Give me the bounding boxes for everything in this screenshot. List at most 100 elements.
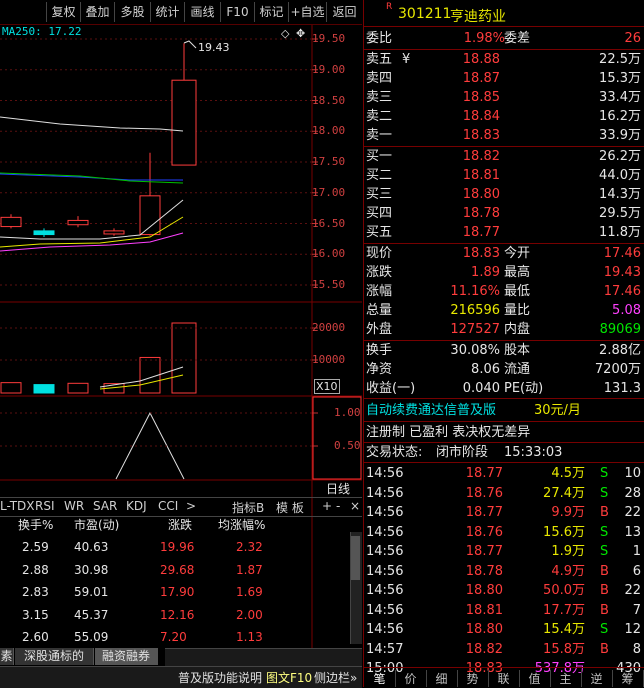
table-cell: 2.00 xyxy=(236,607,263,622)
volume-axis-label: 10000 xyxy=(312,353,346,366)
zoom-in-button[interactable]: + xyxy=(322,499,332,513)
close-chart-button[interactable]: × xyxy=(350,499,360,513)
tick-row: 14:56 18.76 15.6万 S 13 xyxy=(364,523,644,542)
tick-volume: 17.7万 xyxy=(543,602,585,618)
table-row[interactable]: 2.60 55.09 7.20 1.13 xyxy=(0,626,350,648)
bid-label: 买五 xyxy=(366,225,393,240)
quote-label: 总量 xyxy=(366,303,393,318)
fundamental-label: 收益(一) xyxy=(366,381,416,396)
panel-tab-8[interactable]: 筹 xyxy=(612,670,644,687)
ask-row: 卖三 18.85 33.4万 xyxy=(364,88,644,107)
ask-volume: 33.4万 xyxy=(599,90,641,105)
tick-row: 14:56 18.77 1.9万 S 1 xyxy=(364,542,644,561)
bid-volume: 44.0万 xyxy=(599,168,641,183)
bottom-tab-0[interactable]: 素 xyxy=(0,648,14,665)
indicator-tab-4[interactable]: KDJ xyxy=(126,499,147,513)
settings-icon[interactable]: ✥ xyxy=(296,27,305,40)
toolbar-btn-4[interactable]: 画线 xyxy=(184,2,220,22)
candle-body xyxy=(171,79,197,166)
toolbar-btn-7[interactable]: +自选 xyxy=(288,2,326,22)
tab-scroll[interactable] xyxy=(165,648,362,666)
panel-tab-7[interactable]: 逆 xyxy=(581,670,613,687)
panel-tab-5[interactable]: 值 xyxy=(519,670,551,687)
quote-value: 5.08 xyxy=(612,303,641,318)
toolbar-btn-6[interactable]: 标记 xyxy=(254,2,288,22)
status-bar: 普及版功能说明 图文F10 侧边栏» xyxy=(0,666,362,688)
table-cell: 2.59 xyxy=(22,540,49,554)
bid-price: 18.78 xyxy=(462,206,500,221)
ask-row: 卖四 18.87 15.3万 xyxy=(364,69,644,88)
promo-text: 自动续费通达信普及版 xyxy=(366,403,497,418)
table-cell: 3.15 xyxy=(22,607,49,622)
tick-side: S xyxy=(600,466,609,481)
bid-row: 买四 18.78 29.5万 xyxy=(364,204,644,223)
separator xyxy=(364,26,644,27)
table-cell: 2.83 xyxy=(22,585,49,599)
table-cell: 19.96 xyxy=(160,540,195,554)
toolbar-btn-5[interactable]: F10 xyxy=(220,2,254,22)
bid-volume: 29.5万 xyxy=(599,206,641,221)
table-cell: 2.60 xyxy=(22,630,49,644)
table-header[interactable]: 涨跌 xyxy=(168,516,192,533)
tick-time: 14:56 xyxy=(366,485,404,501)
indicator-tab-6[interactable]: > xyxy=(186,499,196,513)
zoom-out-button[interactable]: - xyxy=(336,499,340,513)
toolbar-btn-8[interactable]: 返回 xyxy=(326,2,362,22)
ask-row: 卖一 18.83 33.9万 xyxy=(364,126,644,145)
notice-text: 注册制 已盈利 表决权无差异 xyxy=(366,425,531,440)
diamond-icon[interactable]: ◇ xyxy=(281,27,289,40)
status-item-2[interactable]: 侧边栏» xyxy=(314,669,357,686)
tick-volume: 4.5万 xyxy=(551,466,585,481)
panel-tab-4[interactable]: 联 xyxy=(488,670,520,687)
toolbar-btn-0[interactable]: 复权 xyxy=(46,2,80,22)
table-header[interactable]: 市盈(动) xyxy=(74,516,119,533)
indicator-tab-3[interactable]: SAR xyxy=(93,499,117,513)
tick-side: S xyxy=(600,485,609,501)
status-item-1[interactable]: 图文F10 xyxy=(266,669,312,686)
indicator-tab-5[interactable]: CCI xyxy=(158,499,178,513)
price-axis-label: 18.50 xyxy=(312,93,346,107)
fundamental-value: 0.040 xyxy=(462,381,500,396)
panel-tab-6[interactable]: 主 xyxy=(550,670,582,687)
toolbar-btn-1[interactable]: 叠加 xyxy=(80,2,114,22)
bid-volume: 26.2万 xyxy=(599,149,641,164)
toolbar-btn-2[interactable]: 多股 xyxy=(114,2,150,22)
bid-price: 18.80 xyxy=(462,187,500,202)
bottom-tab-1[interactable]: 深股通标的 xyxy=(15,648,94,665)
bottom-tab-2[interactable]: 融资融券 xyxy=(95,648,158,665)
table-cell: 2.32 xyxy=(236,540,263,554)
tick-time: 14:56 xyxy=(366,544,404,559)
bid-row: 买一 18.82 26.2万 xyxy=(364,147,644,166)
period-label[interactable]: 日线 xyxy=(326,480,350,497)
ask-price: 18.87 xyxy=(462,71,500,86)
table-header[interactable]: 均涨幅% xyxy=(218,516,265,533)
status-item-0[interactable]: 普及版功能说明 xyxy=(178,669,262,686)
table-row[interactable]: 3.15 45.37 12.16 2.00 xyxy=(0,604,350,626)
table-row[interactable]: 2.59 40.63 19.96 2.32 xyxy=(0,536,350,558)
price-axis-label: 18.00 xyxy=(312,124,346,138)
table-header[interactable]: 换手% xyxy=(18,516,53,533)
table-cell: 1.87 xyxy=(236,562,263,577)
promo-row[interactable]: 自动续费通达信普及版 30元/月 xyxy=(364,401,644,420)
ask-price: 18.88 xyxy=(462,52,500,67)
tick-time: 14:56 xyxy=(366,563,404,579)
indicator-tab-0[interactable]: L-TDX xyxy=(0,499,35,513)
trade-state-value: 闭市阶段 xyxy=(436,445,489,460)
toolbar-btn-3[interactable]: 统计 xyxy=(150,2,184,22)
ask-label: 卖二 xyxy=(366,109,393,124)
candle-body xyxy=(33,230,55,236)
tick-volume: 4.9万 xyxy=(551,563,585,579)
tick-count: 6 xyxy=(632,563,641,579)
indicator-tab-1[interactable]: RSI xyxy=(35,499,55,513)
indicator-tab-2[interactable]: WR xyxy=(64,499,84,513)
panel-tab-2[interactable]: 细 xyxy=(426,670,458,687)
table-row[interactable]: 2.83 59.01 17.90 1.69 xyxy=(0,581,350,603)
panel-tab-3[interactable]: 势 xyxy=(457,670,489,687)
fundamental-value: 30.08% xyxy=(450,343,500,358)
price-axis-label: 15.50 xyxy=(312,278,346,291)
tick-side: B xyxy=(600,505,609,520)
scrollbar-thumb[interactable] xyxy=(351,536,360,580)
table-row[interactable]: 2.88 30.98 29.68 1.87 xyxy=(0,559,350,581)
panel-tab-0[interactable]: 笔 xyxy=(364,670,396,687)
panel-tab-1[interactable]: 价 xyxy=(395,670,427,687)
